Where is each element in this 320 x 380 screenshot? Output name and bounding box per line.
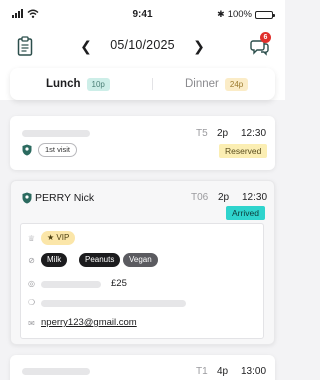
table-number: T5	[196, 128, 208, 139]
reservation-card[interactable]: T5 2p 12:30 1st visit Reserved	[10, 116, 275, 170]
allergy-tag: Peanuts	[79, 253, 121, 267]
battery-icon	[255, 10, 275, 19]
tab-lunch-label: Lunch	[46, 78, 81, 90]
tab-lunch-count: 10p	[86, 77, 110, 91]
comment-icon: ❍	[27, 298, 36, 307]
tab-dinner-count: 24p	[224, 77, 249, 91]
current-date[interactable]: 05/10/2025	[97, 38, 188, 52]
reservation-card-expanded[interactable]: PERRY Nick T06 2p 12:30 Arrived ♕ ★ VIP …	[10, 180, 275, 345]
guest-name: PERRY Nick	[35, 192, 95, 204]
party-size: 4p	[217, 366, 229, 377]
guest-shield-icon	[22, 192, 32, 204]
vip-tag: ★ VIP	[41, 231, 76, 245]
tab-dinner-label: Dinner	[185, 78, 219, 90]
bluetooth-icon: ✱	[217, 9, 225, 19]
text-placeholder	[41, 281, 101, 288]
reservation-time: 12:30	[241, 128, 267, 139]
name-placeholder	[22, 130, 90, 137]
clipboard-icon[interactable]	[17, 36, 33, 56]
chevron-right-icon[interactable]: ❯	[190, 37, 208, 55]
reservation-time: 13:00	[241, 366, 267, 377]
table-number: T1	[196, 366, 208, 377]
tab-divider	[152, 78, 153, 90]
guest-shield-icon	[22, 144, 32, 156]
reservation-card[interactable]: T1 4p 13:00	[10, 355, 275, 380]
service-tabs: Lunch 10p Dinner 24p	[10, 68, 275, 100]
name-placeholder	[22, 368, 90, 375]
notification-badge: 6	[260, 32, 271, 43]
tab-lunch[interactable]: Lunch 10p	[46, 68, 110, 100]
status-badge: Arrived	[226, 206, 265, 220]
allergy-tag: Vegan	[123, 253, 158, 267]
status-right: ✱ 100%	[217, 9, 275, 20]
medal-icon: ♕	[27, 234, 36, 243]
table-number: T06	[191, 192, 209, 203]
first-visit-tag: 1st visit	[38, 143, 78, 157]
party-size: 2p	[218, 192, 230, 203]
chevron-left-icon[interactable]: ❮	[77, 37, 95, 55]
party-size: 2p	[217, 128, 229, 139]
notes-placeholder	[41, 300, 186, 307]
deposit-amount: £25	[111, 278, 127, 289]
reservation-time: 12:30	[242, 192, 268, 203]
date-nav: ❮ 05/10/2025 ❯ 6	[0, 32, 285, 58]
guest-details: ♕ ★ VIP ⊘ Milk Peanuts Vegan ◎ £25 ❍ ✉ n…	[20, 223, 264, 339]
battery-percent: 100%	[227, 9, 252, 20]
tab-dinner[interactable]: Dinner 24p	[185, 68, 249, 100]
mail-icon: ✉	[28, 319, 35, 328]
status-bar: 9:41 ✱ 100%	[0, 8, 285, 24]
guest-email[interactable]: nperry123@gmail.com	[41, 317, 137, 328]
currency-icon: ◎	[28, 279, 35, 288]
allergy-tag: Milk	[41, 253, 68, 267]
no-allergy-icon: ⊘	[28, 256, 35, 265]
status-badge: Reserved	[219, 144, 268, 158]
